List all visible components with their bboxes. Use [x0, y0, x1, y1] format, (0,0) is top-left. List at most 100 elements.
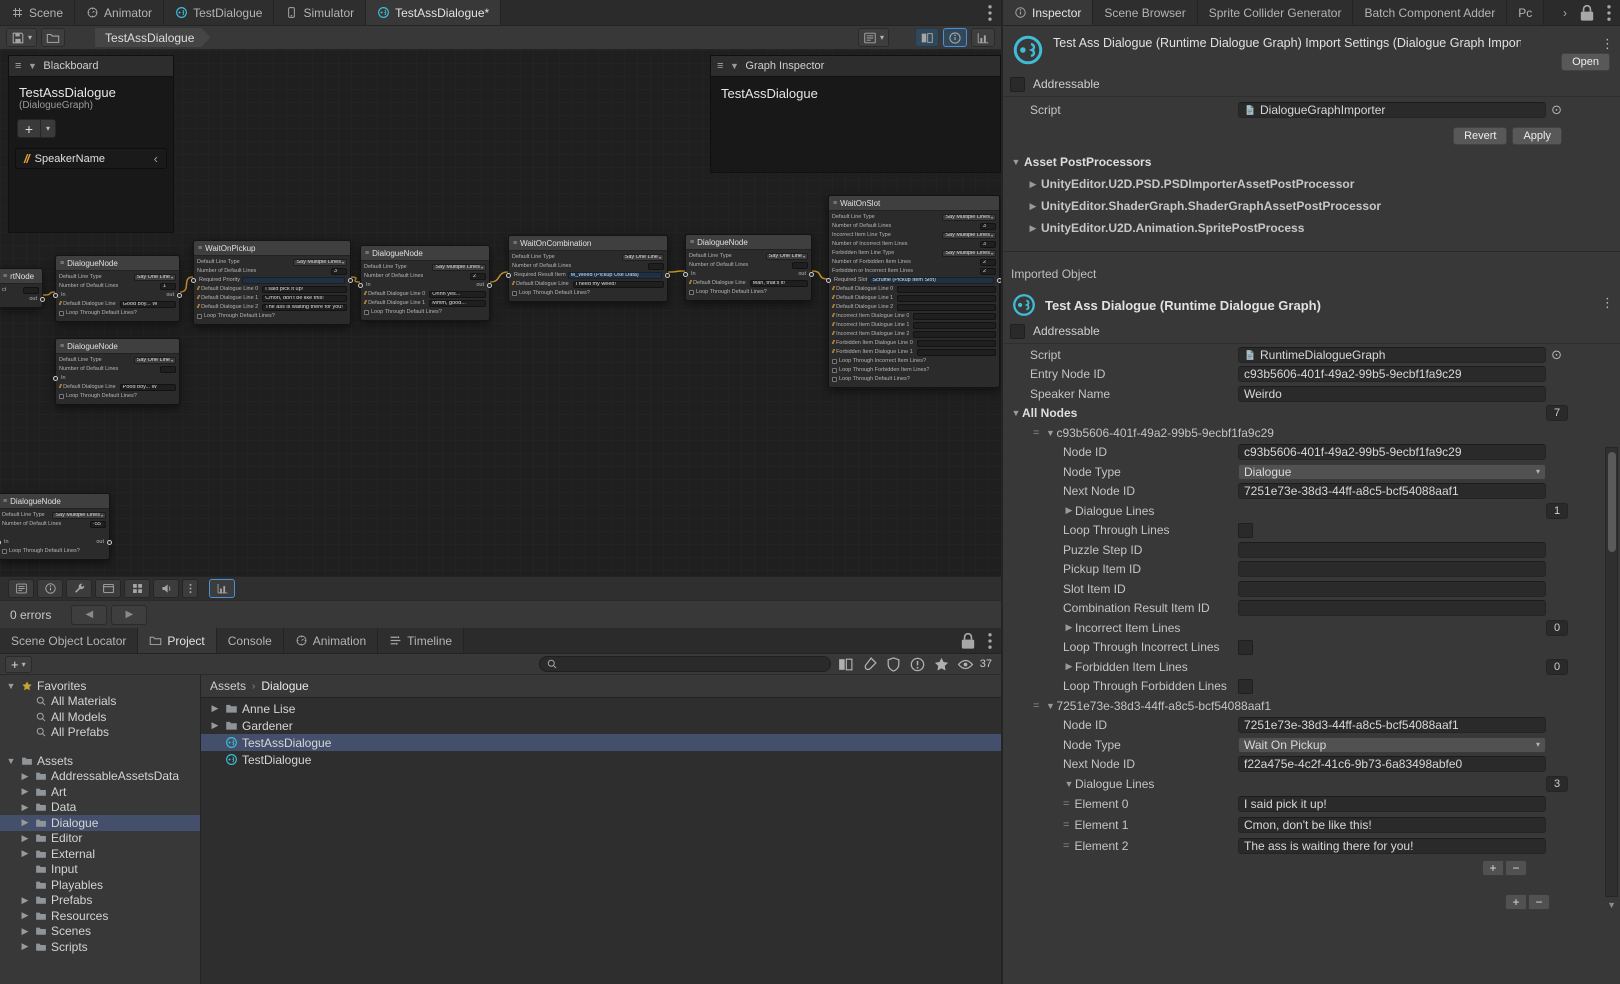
text-field[interactable]: Mmm, good... — [429, 300, 486, 307]
node-ports-row[interactable]: In — [59, 374, 176, 382]
checkbox[interactable] — [59, 394, 64, 399]
inspector-tab-batch-component-adder[interactable]: Batch Component Adder — [1353, 0, 1507, 25]
node-row-default-dialogue-line-0[interactable]: //Default Dialogue Line 0Ohhh yes... — [364, 290, 486, 298]
graph-inspector-panel[interactable]: ≡ ▼ Graph Inspector TestAssDialogue — [710, 55, 1001, 173]
window-tab-scene[interactable]: Scene — [0, 0, 75, 25]
text-field[interactable]: The ass is waiting there for you! — [262, 304, 347, 311]
row-script[interactable]: ScriptRuntimeDialogueGraph⊙ — [1003, 345, 1620, 365]
project-search-input[interactable] — [539, 656, 831, 672]
alert-icon[interactable] — [908, 656, 927, 673]
open-button[interactable]: Open — [1561, 53, 1610, 71]
brush-icon[interactable] — [860, 656, 879, 673]
text-field[interactable] — [917, 340, 996, 347]
tab-scroll-right-icon[interactable]: › — [1554, 0, 1576, 25]
input-port-icon[interactable] — [53, 293, 58, 298]
footer-window-button[interactable] — [95, 579, 121, 598]
inspector-menu-icon[interactable] — [1598, 0, 1620, 25]
checkbox[interactable] — [2, 549, 7, 554]
layout-icon[interactable] — [836, 656, 855, 673]
tree-favorites[interactable]: ▼Favorites — [0, 678, 200, 694]
value-field[interactable] — [23, 287, 39, 294]
row-node-id[interactable]: Node IDc93b5606-401f-49a2-99b5-9ecbf1fa9… — [1003, 443, 1620, 463]
importer-menu-icon[interactable]: ⋮ — [1601, 36, 1614, 52]
postprocessor-unityeditor-shadergraph-shadergraphassetpostprocessor[interactable]: ▶UnityEditor.ShaderGraph.ShaderGraphAsse… — [1003, 195, 1620, 217]
object-field[interactable] — [242, 277, 345, 284]
value-field[interactable]: 3 — [980, 241, 996, 248]
text-field[interactable]: Pood boy... W — [120, 384, 176, 391]
graph-node-dialoguenode[interactable]: ≡DialogueNodeDefault Line TypeSay One Li… — [55, 338, 180, 405]
node-row-number-of-default-lines[interactable]: Number of Default Lines2 — [364, 272, 486, 280]
node-row-required-priority[interactable]: Required Priority — [197, 276, 347, 284]
node-title[interactable]: ≡WaitOnPickup — [194, 241, 350, 256]
addressable-checkbox[interactable] — [1010, 324, 1025, 339]
graph-edge[interactable] — [668, 271, 685, 272]
object-picker-icon[interactable]: ⊙ — [1551, 347, 1562, 363]
row-pickup-item-id[interactable]: Pickup Item ID — [1003, 560, 1620, 580]
node-ports-row[interactable]: Inout — [689, 270, 808, 278]
node-row-number-of-forbidden-item-lines[interactable]: Number of Forbidden Item Lines2 — [832, 258, 996, 266]
tabbar-menu-icon[interactable] — [979, 0, 1001, 25]
inspector-tab-pc[interactable]: Pc — [1507, 0, 1544, 25]
node-row-default-line-type[interactable]: Default Line TypeSay Multiple Lines▾ — [364, 263, 486, 271]
text-field[interactable] — [1238, 542, 1546, 558]
node-row-forbidden-or-incorrect-item-lines[interactable]: Forbidden or Incorrect Item Lines2 — [832, 267, 996, 275]
graph-canvas[interactable]: ≡rtNodectout≡DialogueNodeDefault Line Ty… — [0, 50, 1001, 576]
dropdown[interactable]: Say Multiple Lines▾ — [432, 264, 486, 271]
value-field[interactable] — [648, 263, 664, 270]
node-title[interactable]: ≡DialogueNode — [686, 235, 811, 250]
value-field[interactable]: -55 — [90, 521, 106, 528]
prev-error-button[interactable]: ◀ — [71, 605, 107, 625]
bottom-tab-project[interactable]: Project — [138, 628, 216, 653]
row-all-nodes[interactable]: ▼All Nodes7 — [1003, 404, 1620, 424]
text-field[interactable] — [917, 349, 996, 356]
blackboard-panel[interactable]: ≡ ▼ Blackboard TestAssDialogue (Dialogue… — [8, 55, 174, 233]
bottom-tab-animation[interactable]: Animation — [284, 628, 378, 653]
inspector-scrollbar[interactable] — [1605, 447, 1618, 897]
file-testassdialogue[interactable]: TestAssDialogue — [201, 734, 1001, 751]
node-row-number-of-default-lines[interactable]: Number of Default Lines-55 — [2, 520, 106, 528]
tree-item-all-prefabs[interactable]: All Prefabs — [0, 725, 200, 741]
foldout-closed-icon[interactable]: ▶ — [1063, 661, 1075, 672]
drag-handle-icon[interactable]: = — [1063, 798, 1069, 810]
tree-item-all-models[interactable]: All Models — [0, 709, 200, 725]
graph-node-dialoguenode[interactable]: ≡DialogueNodeDefault Line TypeSay One Li… — [55, 255, 180, 322]
node-row-loop-through-default-lines[interactable]: Loop Through Default Lines? — [59, 392, 176, 400]
footer-info-button[interactable] — [37, 579, 63, 598]
array-size-field[interactable]: 7 — [1546, 405, 1568, 421]
node-title[interactable]: ≡WaitOnSlot — [829, 196, 999, 211]
node-row-incorrect-item-dialogue-line-1[interactable]: //Incorrect Item Dialogue Line 1 — [832, 321, 996, 329]
node-ports-row[interactable]: Inout — [364, 281, 486, 289]
drag-handle-icon[interactable]: = — [1033, 700, 1039, 712]
tree-item-prefabs[interactable]: ▶Prefabs — [0, 893, 200, 909]
tree-item-dialogue[interactable]: ▶Dialogue — [0, 815, 200, 831]
graph-node-waitoncombination[interactable]: ≡WaitOnCombinationDefault Line TypeSay O… — [508, 235, 668, 302]
checkbox[interactable] — [59, 311, 64, 316]
graph-edge[interactable] — [812, 271, 828, 279]
object-field[interactable]: Scruffle (Pickup Item Slot) — [869, 277, 994, 284]
node-row-default-dialogue-line-2[interactable]: //Default Dialogue Line 2The ass is wait… — [197, 303, 347, 311]
file-gardener[interactable]: ▶Gardener — [201, 717, 1001, 734]
node-row-required-result-item[interactable]: Required Result ItemM_Weed (Pickup Use D… — [512, 271, 664, 279]
node-row-number-of-incorrect-item-lines[interactable]: Number of Incorrect Item Lines3 — [832, 240, 996, 248]
node-row-default-dialogue-line-1[interactable]: //Default Dialogue Line 1 — [832, 294, 996, 302]
array-size-field[interactable]: 0 — [1546, 620, 1568, 636]
checkbox[interactable] — [832, 368, 837, 373]
postprocessor-unityeditor-u2d-animation-spritepostprocess[interactable]: ▶UnityEditor.U2D.Animation.SpritePostPro… — [1003, 217, 1620, 239]
checkbox[interactable] — [364, 310, 369, 315]
dropdown[interactable]: Say One Line▾ — [622, 254, 664, 261]
bottom-tab-scene-object-locator[interactable]: Scene Object Locator — [0, 628, 138, 653]
array-remove-button[interactable]: − — [1528, 894, 1550, 910]
foldout-open-icon[interactable]: ▼ — [1063, 779, 1075, 789]
checkbox[interactable] — [197, 314, 202, 319]
output-port-icon[interactable] — [177, 293, 182, 298]
node-row-number-of-default-lines[interactable]: Number of Default Lines — [689, 261, 808, 269]
text-field[interactable] — [897, 286, 996, 293]
node-foldout-7251e73e-38d3-44ff-a8c5-bcf54088aaf1[interactable]: =▼7251e73e-38d3-44ff-a8c5-bcf54088aaf1 — [1003, 696, 1620, 716]
dropdown[interactable]: Wait On Pickup▾ — [1238, 737, 1546, 753]
tree-item-scenes[interactable]: ▶Scenes — [0, 924, 200, 940]
row-dialogue-lines[interactable]: ▶Dialogue Lines1 — [1003, 501, 1620, 521]
row-puzzle-step-id[interactable]: Puzzle Step ID — [1003, 540, 1620, 560]
foldout-closed-icon[interactable]: ▶ — [1063, 505, 1075, 516]
breadcrumb-current[interactable]: Dialogue — [261, 679, 308, 693]
node-row-loop-through-incorrect-item-lines[interactable]: Loop Through Incorrect Item Lines? — [832, 357, 996, 365]
